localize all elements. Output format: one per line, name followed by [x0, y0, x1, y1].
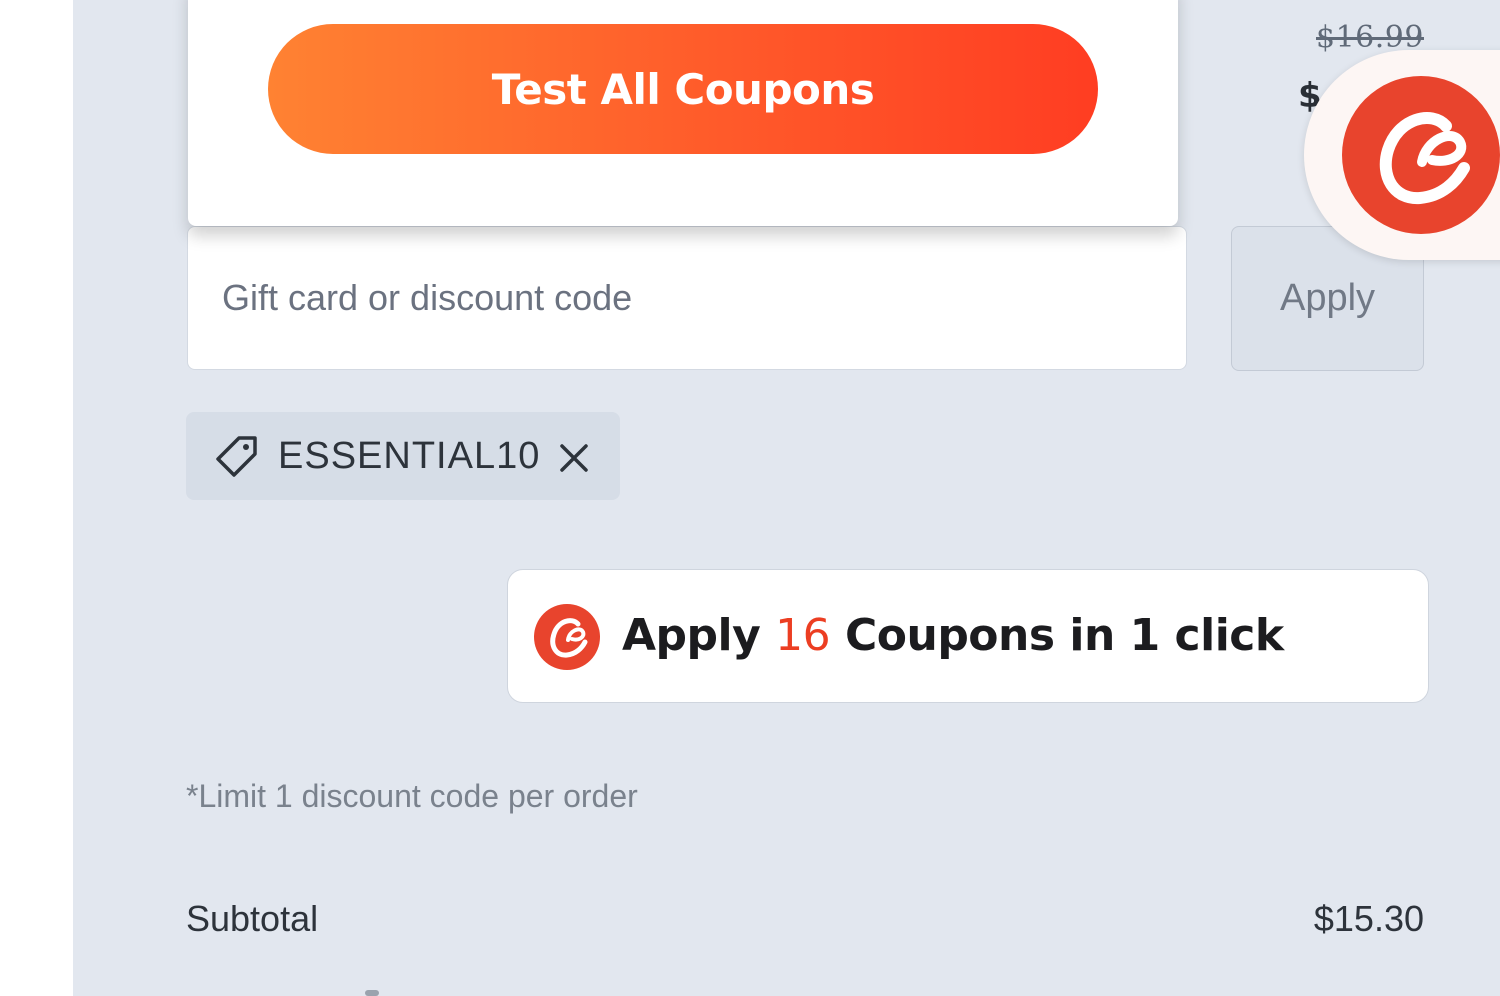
applied-code-label: ESSENTIAL10 [278, 435, 541, 477]
one-click-label: Apply 16 Coupons in 1 click [622, 606, 1284, 666]
coupon-count: 16 [775, 610, 831, 661]
subtotal-value: $15.30 [1313, 898, 1424, 939]
coupon-popup-card: Test All Coupons [188, 0, 1178, 226]
test-all-coupons-button[interactable]: Test All Coupons [268, 24, 1098, 154]
brand-logo-icon [534, 604, 600, 670]
apply-coupons-one-click-button[interactable]: Apply 16 Coupons in 1 click [507, 569, 1429, 703]
brand-logo-icon [1342, 76, 1500, 234]
close-icon[interactable] [552, 436, 596, 480]
subtotal-label: Subtotal [186, 898, 319, 939]
tag-icon [212, 432, 262, 482]
discount-code-input[interactable] [187, 226, 1187, 370]
one-click-suffix: Coupons in 1 click [844, 610, 1284, 661]
discount-limit-note: *Limit 1 discount code per order [186, 778, 638, 814]
applied-discount-chip: ESSENTIAL10 [186, 412, 620, 500]
one-click-prefix: Apply [622, 610, 761, 661]
next-row-glyph [365, 990, 379, 996]
brand-floating-badge[interactable] [1304, 50, 1500, 260]
page-margin [0, 0, 73, 996]
